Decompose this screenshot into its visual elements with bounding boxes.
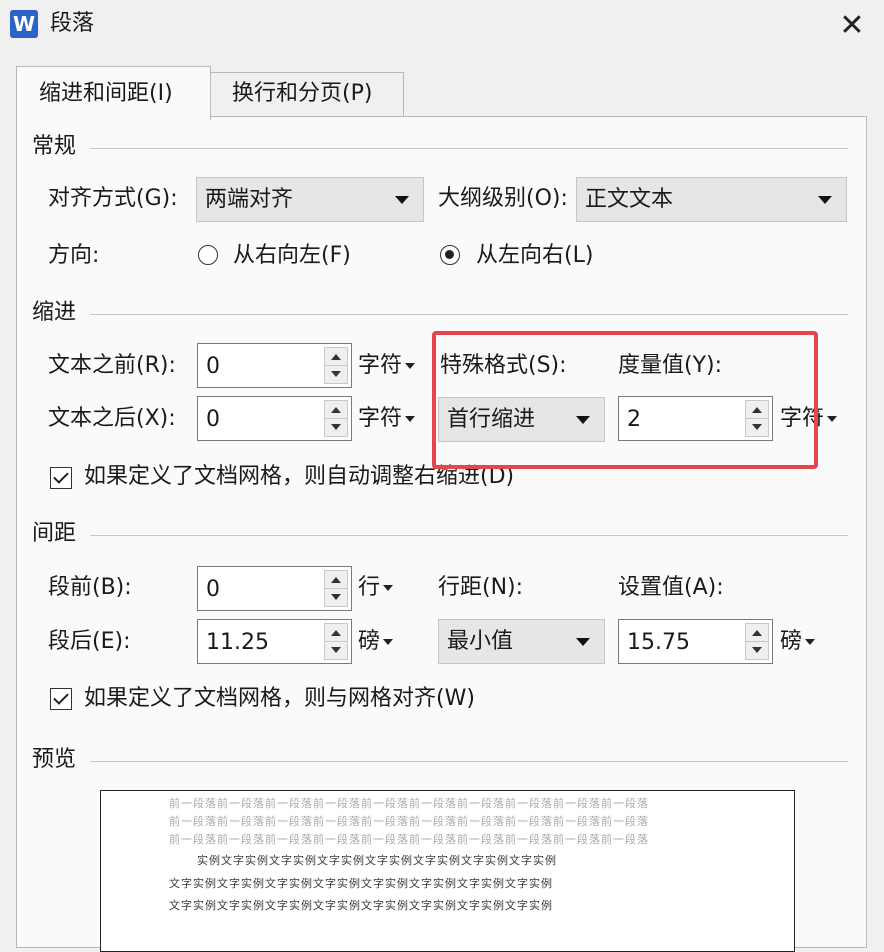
window-title: 段落 [50,11,95,36]
tab-line-page-breaks[interactable]: 换行和分页(P) [209,72,404,117]
space-before-input[interactable]: 0 [197,566,352,611]
setting-value-label: 设置值(A): [618,575,724,600]
unit-label: 行 [358,575,381,600]
ltr-label: 从左向右(L) [476,243,594,268]
spin-down-icon[interactable] [324,365,348,384]
direction-label: 方向: [48,243,100,268]
space-before-value: 0 [206,577,220,602]
alignment-dropdown[interactable]: 两端对齐 [196,177,424,222]
close-icon[interactable]: ✕ [834,8,870,44]
caret-down-icon [405,363,416,369]
caret-down-icon [383,639,394,645]
snap-grid-label: 如果定义了文档网格，则与网格对齐(W) [84,686,475,711]
spin-up-icon[interactable] [324,400,348,419]
title-bar [0,0,884,52]
space-after-unit-dropdown[interactable]: 磅 [358,627,394,657]
caret-down-icon [805,639,816,645]
space-after-value: 11.25 [206,630,269,655]
highlight-box [432,331,818,469]
indent-before-input[interactable]: 0 [197,343,352,388]
spin-down-icon[interactable] [324,588,348,607]
tab-label: 缩进和间距(I) [39,81,173,106]
indent-after-unit-dropdown[interactable]: 字符 [358,404,416,434]
chevron-down-icon [818,196,832,204]
section-heading-preview: 预览 [32,747,77,772]
spin-up-icon[interactable] [745,623,769,642]
section-divider [90,535,848,536]
tab-indent-spacing[interactable]: 缩进和间距(I) [16,66,211,120]
preview-prev-line: 前一段落前一段落前一段落前一段落前一段落前一段落前一段落前一段落前一段落前一段落 [169,797,649,810]
preview-prev-line: 前一段落前一段落前一段落前一段落前一段落前一段落前一段落前一段落前一段落前一段落 [169,815,649,828]
auto-adjust-checkbox[interactable] [50,467,72,489]
section-divider [90,148,848,149]
spin-down-icon[interactable] [324,641,348,660]
unit-label: 磅 [358,629,381,654]
spin-down-icon[interactable] [745,641,769,660]
section-divider [90,761,848,762]
space-after-label: 段后(E): [48,629,131,654]
section-divider [90,314,848,315]
indent-after-label: 文本之后(X): [48,406,176,431]
section-heading-spacing: 间距 [32,521,77,546]
rtl-radio[interactable] [198,245,218,265]
snap-grid-checkbox[interactable] [50,688,72,710]
outline-level-value: 正文文本 [585,187,674,212]
spin-up-icon[interactable] [324,623,348,642]
setting-unit-dropdown[interactable]: 磅 [780,627,816,657]
preview-box: 前一段落前一段落前一段落前一段落前一段落前一段落前一段落前一段落前一段落前一段落… [100,790,795,952]
wps-writer-icon: W [10,10,38,38]
preview-sample-line: 文字实例文字实例文字实例文字实例文字实例文字实例文字实例文字实例 [169,899,553,912]
ltr-radio[interactable] [440,245,460,265]
caret-down-icon [383,585,394,591]
chevron-down-icon [576,638,590,646]
space-before-unit-dropdown[interactable]: 行 [358,573,394,603]
line-spacing-dropdown[interactable]: 最小值 [438,619,605,664]
section-heading-indent: 缩进 [32,300,77,325]
outline-level-label: 大纲级别(O): [438,186,568,211]
preview-sample-line: 实例文字实例文字实例文字实例文字实例文字实例文字实例文字实例 [197,854,557,867]
spin-down-icon[interactable] [324,418,348,437]
rtl-label: 从右向左(F) [233,243,351,268]
setting-value: 15.75 [627,630,690,655]
line-spacing-label: 行距(N): [438,575,524,600]
indent-after-input[interactable]: 0 [197,396,352,441]
unit-label: 字符 [358,353,403,378]
outline-level-dropdown[interactable]: 正文文本 [576,177,847,222]
indent-before-unit-dropdown[interactable]: 字符 [358,351,416,381]
section-heading-general: 常规 [32,134,77,159]
tab-label: 换行和分页(P) [232,81,373,106]
setting-value-input[interactable]: 15.75 [618,619,773,664]
unit-label: 磅 [780,629,803,654]
spin-up-icon[interactable] [324,347,348,366]
space-before-label: 段前(B): [48,575,132,600]
spin-up-icon[interactable] [324,570,348,589]
caret-down-icon [405,416,416,422]
preview-sample-line: 文字实例文字实例文字实例文字实例文字实例文字实例文字实例文字实例 [169,877,553,890]
indent-before-label: 文本之前(R): [48,353,176,378]
indent-before-value: 0 [206,354,220,379]
indent-after-value: 0 [206,407,220,432]
caret-down-icon [827,416,838,422]
alignment-value: 两端对齐 [205,187,294,212]
preview-prev-line: 前一段落前一段落前一段落前一段落前一段落前一段落前一段落前一段落前一段落前一段落 [169,833,649,846]
alignment-label: 对齐方式(G): [48,186,178,211]
space-after-input[interactable]: 11.25 [197,619,352,664]
line-spacing-value: 最小值 [447,629,514,654]
chevron-down-icon [395,196,409,204]
unit-label: 字符 [358,406,403,431]
